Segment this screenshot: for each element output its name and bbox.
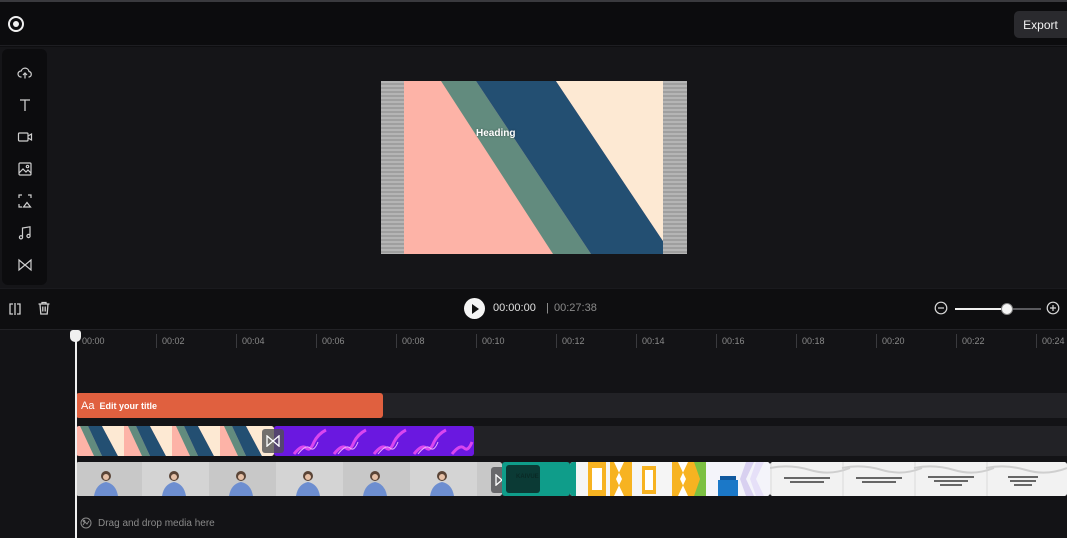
ruler-tick (636, 334, 637, 348)
delete-icon[interactable] (36, 300, 52, 316)
ruler-tick-label: 00:12 (562, 336, 585, 346)
ruler-tick-label: 00:04 (242, 336, 265, 346)
ruler-tick-label: 00:00 (82, 336, 105, 346)
ruler-tick-label: 00:22 (962, 336, 985, 346)
timeline: 00:00 00:02 00:04 00:06 00:08 00:10 00:12 00:14… (0, 329, 1067, 538)
header-bar: Export (0, 2, 1067, 46)
media-drop-icon (80, 517, 92, 529)
ruler-tick-label: 00:24 (1042, 336, 1065, 346)
wave-pattern (274, 426, 474, 456)
preview-graphic (381, 81, 687, 254)
playback-controls: 00:00:00 | 00:27:38 (0, 288, 1067, 328)
ruler-tick-label: 00:06 (322, 336, 345, 346)
ruler-tick (316, 334, 317, 348)
ruler-tick-label: 00:20 (882, 336, 905, 346)
ruler-tick-label: 00:08 (402, 336, 425, 346)
left-toolbar (2, 49, 47, 285)
zoom-slider-fill (955, 308, 1007, 310)
ruler-tick-label: 00:16 (722, 336, 745, 346)
person-thumbnails (76, 462, 502, 496)
transition-marker[interactable] (262, 429, 284, 453)
image-icon[interactable] (16, 160, 34, 178)
drop-hint-label: Drag and drop media here (98, 517, 215, 529)
zoom-slider-thumb[interactable] (1000, 303, 1013, 315)
current-time: 00:00:00 (493, 302, 536, 314)
ruler-tick-label: 00:02 (162, 336, 185, 346)
playhead-line (75, 338, 77, 538)
play-button[interactable] (464, 298, 485, 319)
drop-zone[interactable]: Drag and drop media here (80, 517, 215, 529)
ruler-tick (876, 334, 877, 348)
logo-clip[interactable]: KAIVUE (502, 462, 570, 496)
total-time: 00:27:38 (554, 302, 597, 314)
elements-icon[interactable] (16, 192, 34, 210)
zoom-slider[interactable] (955, 303, 1041, 315)
ruler-tick (796, 334, 797, 348)
ruler-tick (236, 334, 237, 348)
text-clip-icon: Aa (81, 399, 95, 412)
app-logo-icon[interactable] (8, 16, 24, 32)
workspace: Heading (0, 47, 1067, 288)
purple-wave-clip[interactable] (274, 426, 474, 456)
title-clip[interactable]: Aa Edit your title (76, 393, 383, 418)
time-ruler[interactable]: 00:00 00:02 00:04 00:06 00:08 00:10 00:12 00:14… (0, 330, 1067, 356)
video-editor-app: Export Heading 00:00:00 | 00:27:38 00:00… (0, 0, 1067, 538)
transition-icon[interactable] (16, 256, 34, 274)
export-button[interactable]: Export (1014, 11, 1067, 38)
ruler-tick (1036, 334, 1037, 348)
playhead-handle[interactable] (70, 330, 81, 342)
zoom-in-icon[interactable] (1046, 301, 1060, 315)
ruler-tick (956, 334, 957, 348)
person-video-clip[interactable] (76, 462, 502, 496)
audio-icon[interactable] (16, 224, 34, 242)
time-separator: | (546, 302, 549, 314)
title-clip-label: Edit your title (99, 400, 157, 411)
stripe-clip-thumbnails (76, 426, 274, 456)
transition-icon (266, 435, 280, 447)
ruler-tick-label: 00:10 (482, 336, 505, 346)
product-clip[interactable] (570, 462, 770, 496)
logo-text: KAIVUE (516, 474, 539, 480)
video-icon[interactable] (16, 128, 34, 146)
preview-heading[interactable]: Heading (476, 128, 515, 139)
ruler-tick (156, 334, 157, 348)
ruler-tick-label: 00:14 (642, 336, 665, 346)
product-thumbnails (570, 462, 770, 496)
ruler-tick (476, 334, 477, 348)
ruler-tick (556, 334, 557, 348)
text-slide-thumbnails (770, 462, 1067, 496)
ruler-tick (396, 334, 397, 348)
ruler-tick-label: 00:18 (802, 336, 825, 346)
text-icon[interactable] (16, 96, 34, 114)
stripe-clip[interactable] (76, 426, 274, 456)
video-preview[interactable]: Heading (381, 81, 687, 254)
ruler-tick (716, 334, 717, 348)
text-slides-clip[interactable] (770, 462, 1067, 496)
zoom-out-icon[interactable] (934, 301, 948, 315)
upload-icon[interactable] (16, 64, 34, 82)
split-icon[interactable] (7, 301, 23, 317)
